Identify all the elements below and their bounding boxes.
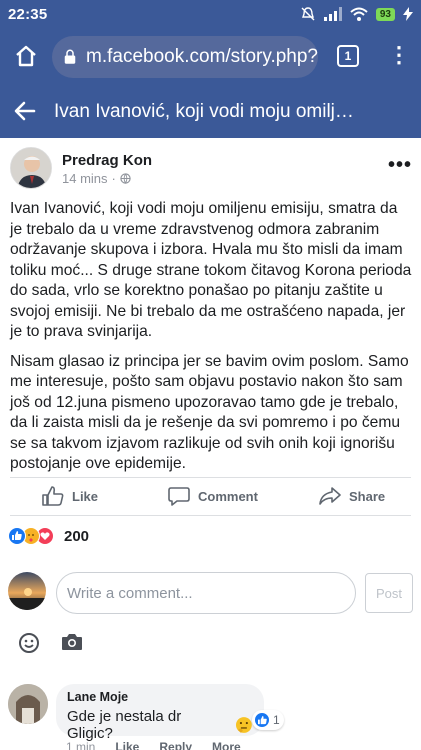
post-options-button[interactable]: ••• <box>388 154 412 177</box>
globe-icon <box>120 173 131 184</box>
share-label: Share <box>349 488 386 504</box>
post-paragraph: Ivan Ivanović, koji vodi moju omiljenu e… <box>10 200 412 340</box>
like-label: Like <box>72 488 99 504</box>
comment-more-button[interactable]: More <box>212 740 241 750</box>
comment-input[interactable] <box>56 572 356 614</box>
lock-icon <box>64 49 76 64</box>
comment-composer: Post <box>0 570 421 620</box>
share-button[interactable]: Share <box>319 486 385 506</box>
home-icon[interactable] <box>14 44 38 68</box>
status-icons: 93 <box>300 6 413 22</box>
comment-icon <box>168 487 190 506</box>
post-action-bar: Like Comment Share <box>0 477 421 515</box>
battery-indicator: 93 <box>375 7 395 21</box>
back-arrow-icon[interactable] <box>12 98 38 124</box>
post-header: Predrag Kon 14 mins · ••• <box>0 138 421 198</box>
url-text: m.facebook.com/story.php? <box>86 46 318 67</box>
comment-text: Gde je nestala dr Gligic? <box>67 708 182 742</box>
like-reaction-icon <box>8 527 26 545</box>
post-body: Ivan Ivanović, koji vodi moju omiljenu e… <box>10 199 412 484</box>
reaction-summary[interactable]: 200 <box>8 525 89 547</box>
browser-toolbar: m.facebook.com/story.php? 1 ⋮ <box>0 28 421 86</box>
post-author-name[interactable]: Predrag Kon <box>62 152 152 169</box>
current-user-avatar <box>8 572 46 610</box>
like-button[interactable]: Like <box>42 486 98 506</box>
mute-icon <box>301 7 315 21</box>
post-comment-button[interactable]: Post <box>365 573 413 613</box>
comment-actions: 1 min Like Reply More <box>66 740 241 750</box>
commenter-avatar[interactable] <box>8 684 48 724</box>
comment-button[interactable]: Comment <box>168 486 258 506</box>
comment-author[interactable]: Lane Moje <box>67 690 253 704</box>
like-reaction-icon <box>254 712 270 728</box>
comment-reaction-count: 1 <box>273 713 280 727</box>
page-title: Ivan Ivanović, koji vodi moju omiljenu e… <box>54 101 364 122</box>
post-meta: 14 mins · <box>62 171 131 186</box>
post-timestamp[interactable]: 14 mins <box>62 171 108 186</box>
share-arrow-icon <box>319 487 341 505</box>
emoji-icon[interactable] <box>18 632 40 654</box>
comment-reply-button[interactable]: Reply <box>159 740 192 750</box>
comment-time[interactable]: 1 min <box>66 740 95 750</box>
comment-content: Gde je nestala dr Gligic? <box>67 708 253 742</box>
thumbs-up-icon <box>42 486 64 506</box>
signal-icon <box>323 7 342 21</box>
divider <box>10 515 411 516</box>
comment-label: Comment <box>198 488 258 504</box>
address-bar[interactable]: m.facebook.com/story.php? <box>52 36 318 78</box>
thinking-emoji-icon <box>236 717 253 733</box>
camera-icon[interactable] <box>61 632 83 652</box>
author-avatar[interactable] <box>10 147 52 189</box>
comment-reactions[interactable]: 1 <box>252 710 284 730</box>
comment-bubble: Lane Moje Gde je nestala dr Gligic? <box>56 684 264 742</box>
status-time: 22:35 <box>8 5 48 23</box>
status-bar: 22:35 93 <box>0 0 421 28</box>
meta-separator: · <box>111 171 116 186</box>
page-header: Ivan Ivanović, koji vodi moju omiljenu e… <box>0 86 421 138</box>
wifi-icon <box>350 7 368 21</box>
reaction-count: 200 <box>64 527 90 545</box>
browser-menu-button[interactable]: ⋮ <box>388 44 410 66</box>
tab-switcher-button[interactable]: 1 <box>337 45 359 67</box>
post-paragraph: Nisam glasao iz principa jer se bavim ov… <box>10 352 409 473</box>
composer-tools <box>0 630 421 660</box>
charging-icon <box>403 7 413 21</box>
comment-like-button[interactable]: Like <box>115 740 139 750</box>
